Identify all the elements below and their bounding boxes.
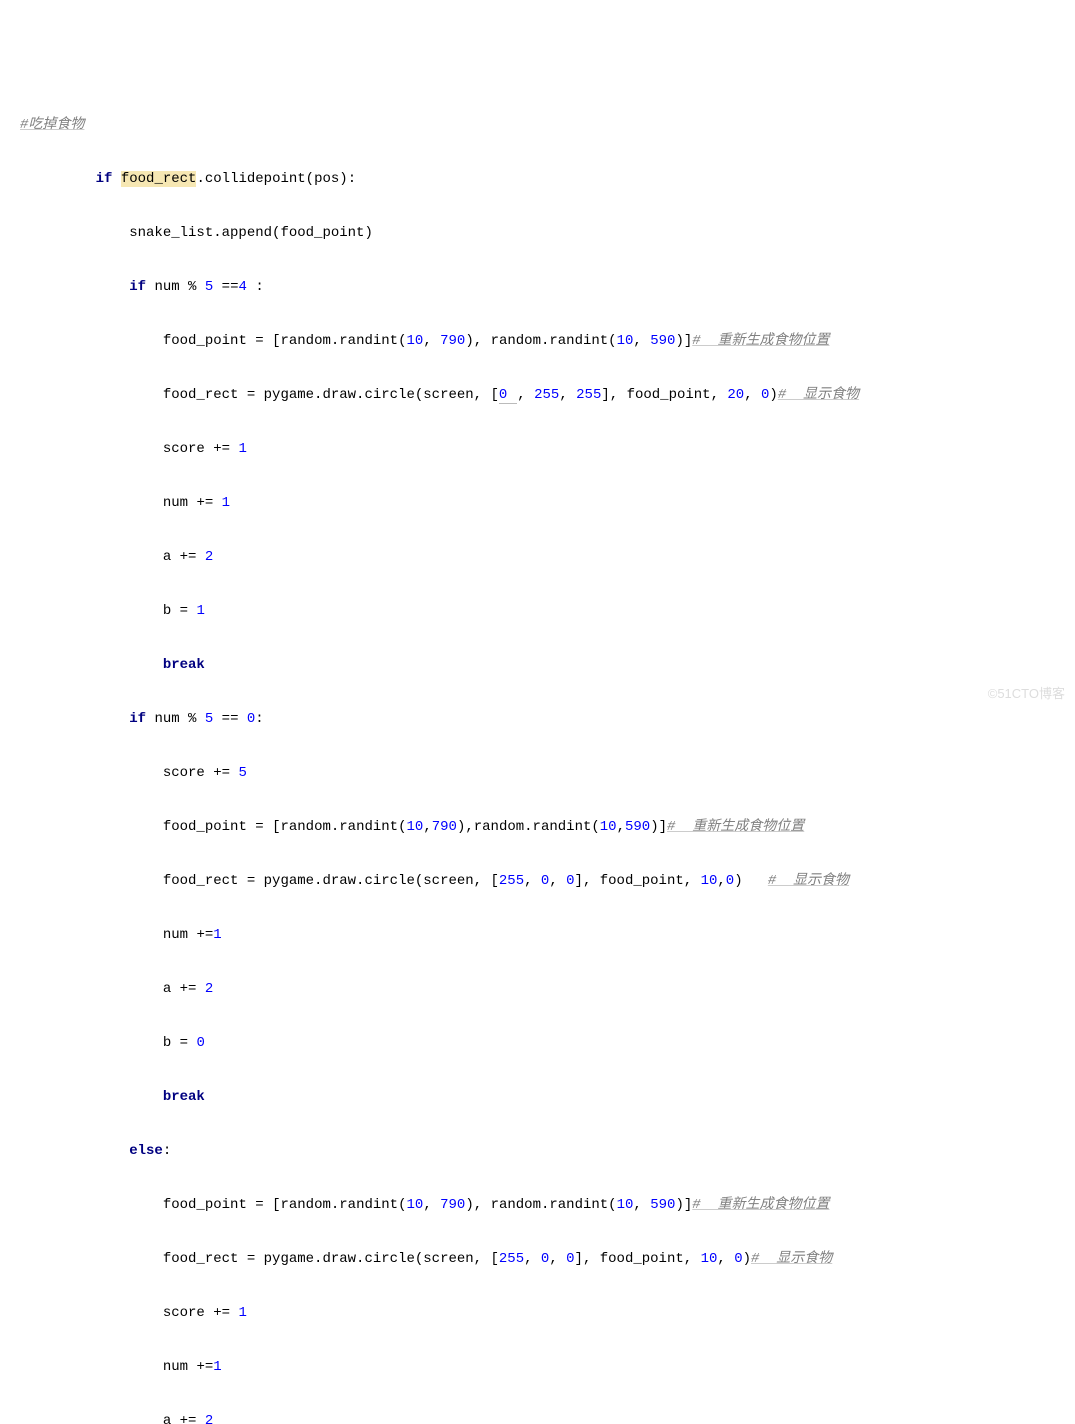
code-line: score += 5 — [20, 760, 1075, 787]
code-line: b = 0 — [20, 1030, 1075, 1057]
code-line: food_point = [random.randint(10,790),ran… — [20, 814, 1075, 841]
code-line: food_point = [random.randint(10, 790), r… — [20, 1192, 1075, 1219]
comment: # 重新生成食物位置 — [667, 819, 804, 835]
code-line: num +=1 — [20, 1354, 1075, 1381]
code-line: food_rect = pygame.draw.circle(screen, [… — [20, 382, 1075, 409]
code-line: break — [20, 652, 1075, 679]
keyword-if: if — [129, 279, 146, 295]
code-line: food_rect = pygame.draw.circle(screen, [… — [20, 868, 1075, 895]
code-line: food_point = [random.randint(10, 790), r… — [20, 328, 1075, 355]
code-line: score += 1 — [20, 436, 1075, 463]
code-line: a += 2 — [20, 1408, 1075, 1424]
comment: #吃掉食物 — [20, 117, 84, 133]
comment: # 重新生成食物位置 — [692, 333, 829, 349]
code-line: num +=1 — [20, 922, 1075, 949]
code-editor: #吃掉食物 if food_rect.collidepoint(pos): sn… — [0, 0, 1075, 1424]
code-line: food_rect = pygame.draw.circle(screen, [… — [20, 1246, 1075, 1273]
fold-marker[interactable] — [2, 82, 14, 94]
keyword-break: break — [163, 657, 205, 673]
keyword-else: else — [129, 1143, 163, 1159]
comment: # 重新生成食物位置 — [692, 1197, 829, 1213]
comment: # 显示食物 — [751, 1251, 832, 1267]
code-line: b = 1 — [20, 598, 1075, 625]
code-line: a += 2 — [20, 976, 1075, 1003]
code-line: if food_rect.collidepoint(pos): — [20, 166, 1075, 193]
code-line: if num % 5 ==4 : — [20, 274, 1075, 301]
code-line: a += 2 — [20, 544, 1075, 571]
identifier: num — [154, 279, 179, 295]
code-line: snake_list.append(food_point) — [20, 220, 1075, 247]
gutter — [0, 0, 18, 1424]
highlighted-identifier: food_rect — [121, 171, 197, 187]
code-line: else: — [20, 1138, 1075, 1165]
code-line: if num % 5 == 0: — [20, 706, 1075, 733]
watermark: ©51CTO博客 — [988, 683, 1065, 702]
keyword-if: if — [129, 711, 146, 727]
code-text: .collidepoint(pos): — [196, 171, 356, 187]
fold-marker[interactable] — [2, 28, 14, 40]
code-text: snake_list.append(food_point) — [129, 225, 373, 241]
number: 4 — [239, 279, 247, 295]
keyword-break: break — [163, 1089, 205, 1105]
keyword-if: if — [96, 171, 113, 187]
comment: # 显示食物 — [778, 387, 859, 403]
code-line: num += 1 — [20, 490, 1075, 517]
code-area[interactable]: #吃掉食物 if food_rect.collidepoint(pos): sn… — [20, 85, 1075, 1424]
code-line: score += 1 — [20, 1300, 1075, 1327]
code-line: break — [20, 1084, 1075, 1111]
code-line: #吃掉食物 — [20, 112, 1075, 139]
comment: # 显示食物 — [768, 873, 849, 889]
